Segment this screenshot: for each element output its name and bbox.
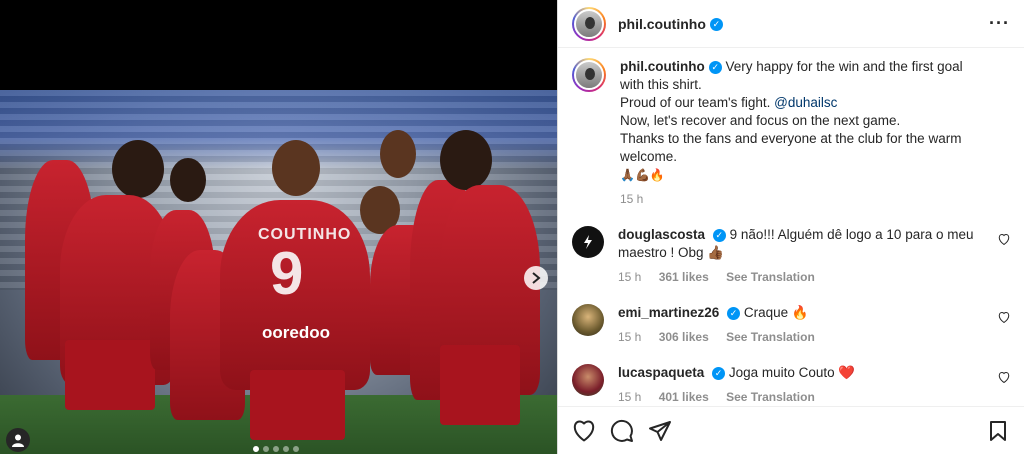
comment-likes[interactable]: 361 likes — [659, 270, 709, 284]
comment-meta: 15 h 401 likes See Translation — [618, 388, 988, 406]
verified-badge-icon: ✓ — [727, 306, 741, 320]
see-translation-link[interactable]: See Translation — [726, 330, 815, 344]
player-shorts — [250, 370, 345, 440]
player-shorts — [65, 340, 155, 410]
caption-emojis: 🙏🏾💪🏾🔥 — [620, 168, 665, 182]
carousel-indicator — [253, 446, 299, 452]
post-caption: phil.coutinho ✓ Very happy for the win an… — [572, 58, 1010, 208]
comment-item: douglascosta ✓ 9 não!!! Alguém dê logo a… — [572, 226, 1010, 286]
more-icon[interactable]: ··· — [989, 13, 1010, 34]
player-head — [380, 130, 416, 178]
see-translation-link[interactable]: See Translation — [726, 270, 815, 284]
comment-time: 15 h — [618, 330, 642, 344]
mention-link[interactable]: @duhailsc — [774, 95, 837, 110]
commenter-username[interactable]: lucaspaqueta — [618, 365, 704, 380]
player-head — [112, 140, 164, 198]
comment-text: Craque 🔥 — [743, 305, 809, 320]
comment-time: 15 h — [618, 390, 642, 404]
carousel-dot — [283, 446, 289, 452]
commenter-username[interactable]: douglascosta — [618, 227, 705, 242]
verified-badge-icon: ✓ — [708, 60, 722, 74]
carousel-dot — [263, 446, 269, 452]
next-arrow-icon[interactable] — [524, 266, 548, 290]
player-head — [440, 130, 492, 190]
verified-badge-icon: ✓ — [712, 366, 726, 380]
caption-line: Thanks to the fans and everyone at the c… — [620, 131, 962, 164]
post-sidebar: phil.coutinho ✓ ··· phil.coutinho ✓ Very h… — [557, 0, 1024, 454]
comment-icon[interactable] — [610, 419, 634, 443]
post-media[interactable]: COUTINHO 9 ooredoo — [0, 0, 557, 454]
save-icon[interactable] — [986, 419, 1010, 443]
commenter-avatar[interactable] — [572, 304, 604, 336]
carousel-dot — [253, 446, 259, 452]
caption-author-avatar[interactable] — [572, 58, 606, 92]
caption-username[interactable]: phil.coutinho ✓ — [620, 59, 722, 74]
commenter-avatar[interactable] — [572, 226, 604, 258]
verified-badge-icon: ✓ — [712, 228, 726, 242]
player-head — [170, 158, 206, 202]
comment-like-heart-icon[interactable] — [998, 371, 1010, 386]
comment-like-heart-icon[interactable] — [998, 233, 1010, 248]
comment-text: Joga muito Couto ❤️ — [728, 365, 856, 380]
caption-timestamp: 15 h — [620, 192, 644, 206]
comment-meta: 15 h 306 likes See Translation — [618, 328, 988, 346]
post-modal: COUTINHO 9 ooredoo phil.coutinho ✓ ··· p… — [0, 0, 1024, 454]
jersey-sponsor: ooredoo — [262, 323, 330, 342]
commenter-username[interactable]: emi_martinez26 — [618, 305, 719, 320]
share-icon[interactable] — [648, 419, 672, 443]
author-avatar[interactable] — [572, 6, 606, 41]
jersey-number: 9 — [270, 240, 304, 307]
comment-item: emi_martinez26 ✓ Craque 🔥 15 h 306 likes… — [572, 304, 1010, 346]
caption-line: Now, let's recover and focus on the next… — [620, 113, 901, 128]
post-actions-bar — [558, 406, 1024, 454]
comment-like-heart-icon[interactable] — [998, 311, 1010, 326]
comment-time: 15 h — [618, 270, 642, 284]
comment-meta: 15 h 361 likes See Translation — [618, 268, 988, 286]
comment-likes[interactable]: 401 likes — [659, 390, 709, 404]
caption-line: Proud of our team's fight. — [620, 95, 771, 110]
see-translation-link[interactable]: See Translation — [726, 390, 815, 404]
carousel-dot — [293, 446, 299, 452]
comment-likes[interactable]: 306 likes — [659, 330, 709, 344]
author-username[interactable]: phil.coutinho ✓ — [618, 16, 723, 32]
user-tag-icon[interactable] — [6, 428, 30, 452]
heart-icon[interactable] — [572, 419, 596, 443]
comments-list[interactable]: phil.coutinho ✓ Very happy for the win an… — [558, 48, 1024, 406]
commenter-avatar[interactable] — [572, 364, 604, 396]
carousel-dot — [273, 446, 279, 452]
player-head — [272, 140, 320, 196]
player-shorts — [440, 345, 520, 425]
post-header: phil.coutinho ✓ ··· — [558, 0, 1024, 48]
verified-badge-icon: ✓ — [709, 18, 723, 32]
comment-item: lucaspaqueta ✓ Joga muito Couto ❤️ 15 h … — [572, 364, 1010, 406]
